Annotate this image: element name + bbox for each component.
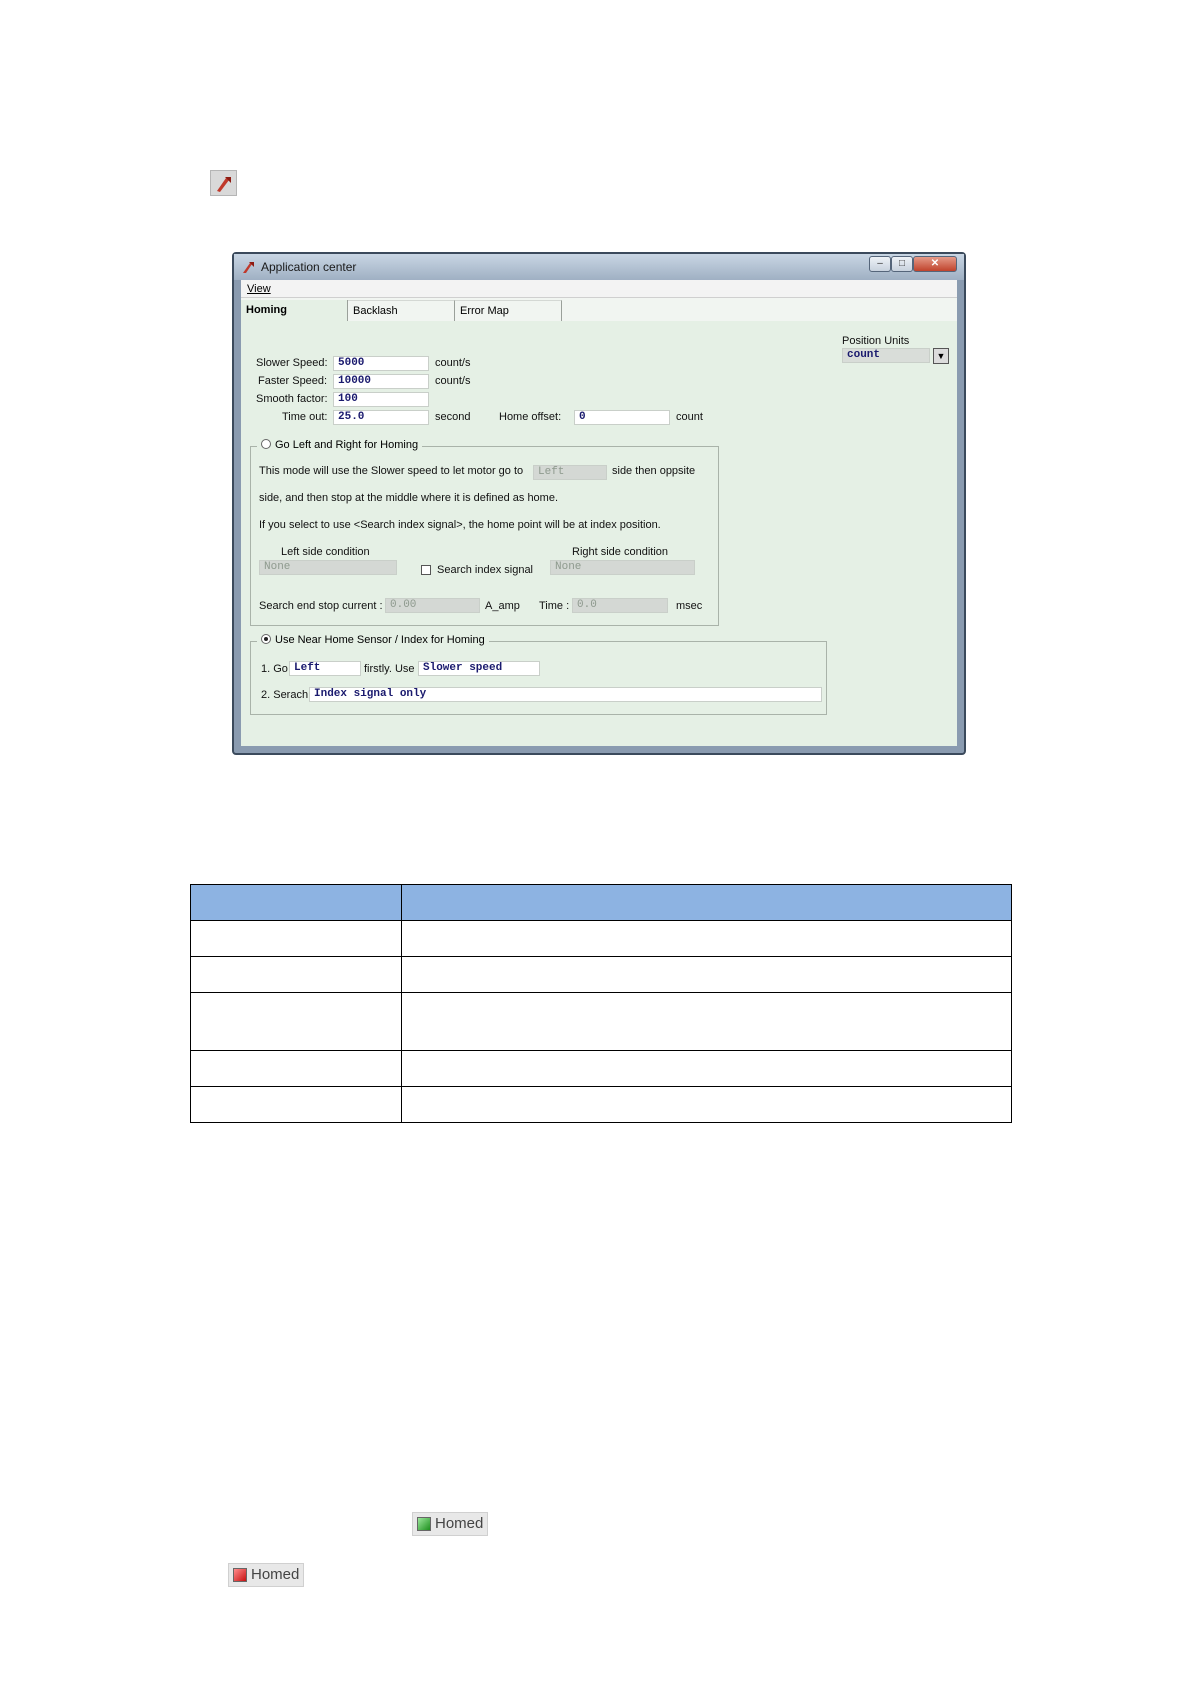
step1-use-label: firstly. Use — [364, 663, 415, 675]
menu-bar: View — [241, 280, 957, 298]
mode1-desc-b: side then oppsite — [612, 465, 696, 477]
table-row — [190, 992, 1012, 1051]
mode1-side-select: Left — [533, 465, 607, 480]
parameter-table — [190, 884, 1012, 1123]
faster-speed-input[interactable]: 10000 — [333, 374, 429, 389]
table-cell — [190, 1050, 402, 1087]
speed-select[interactable]: Slower speed — [418, 661, 540, 676]
end-stop-current-input: 0.00 — [385, 598, 480, 613]
faster-speed-label: Faster Speed: — [258, 375, 328, 387]
mode2-title: Use Near Home Sensor / Index for Homing — [275, 634, 485, 646]
table-row — [190, 956, 1012, 993]
table-header-row — [190, 884, 1012, 921]
application-center-window: Application center – □ ✕ View Homing Bac… — [232, 252, 966, 755]
menu-view[interactable]: View — [247, 283, 271, 295]
table-row — [190, 1086, 1012, 1123]
chevron-down-icon[interactable]: ▼ — [933, 348, 949, 364]
mode2-radio[interactable]: Use Near Home Sensor / Index for Homing — [257, 634, 489, 646]
slower-speed-label: Slower Speed: — [256, 357, 328, 369]
search-index-checkbox[interactable] — [421, 565, 431, 575]
red-led-icon — [233, 1568, 247, 1582]
left-side-select: None — [259, 560, 397, 575]
slower-speed-input[interactable]: 5000 — [333, 356, 429, 371]
time-out-input[interactable]: 25.0 — [333, 410, 429, 425]
homed-status-red: Homed — [228, 1563, 305, 1587]
table-header-cell — [401, 884, 1012, 921]
homed-label: Homed — [251, 1566, 300, 1583]
end-stop-current-unit: A_amp — [485, 600, 520, 612]
mode2-group: Use Near Home Sensor / Index for Homing … — [250, 634, 827, 715]
right-side-label: Right side condition — [572, 546, 669, 558]
radio-on-icon[interactable] — [261, 634, 271, 644]
table-cell — [190, 992, 402, 1051]
radio-off-icon[interactable] — [261, 439, 271, 449]
table-cell — [401, 992, 1012, 1051]
table-cell — [190, 956, 402, 993]
application-center-icon[interactable] — [210, 170, 237, 196]
window-title: Application center — [261, 260, 357, 274]
maximize-button[interactable]: □ — [891, 256, 913, 272]
tab-backlash[interactable]: Backlash — [348, 300, 455, 321]
table-cell — [190, 920, 402, 957]
homed-status-green: Homed — [412, 1512, 489, 1536]
smooth-factor-label: Smooth factor: — [256, 393, 328, 405]
direction-select[interactable]: Left — [289, 661, 361, 676]
time-out-label: Time out: — [282, 411, 328, 423]
slower-speed-unit: count/s — [435, 357, 471, 369]
minimize-button[interactable]: – — [869, 256, 891, 272]
search-index-label: Search index signal — [437, 564, 534, 576]
tab-error-map[interactable]: Error Map — [455, 300, 562, 321]
window-client-area: View Homing Backlash Error Map Position … — [241, 280, 957, 746]
time-out-unit: second — [435, 411, 471, 423]
table-row — [190, 1050, 1012, 1087]
homed-label: Homed — [435, 1515, 484, 1532]
home-offset-label: Home offset: — [499, 411, 562, 423]
end-stop-time-unit: msec — [676, 600, 703, 612]
mode1-desc-c: side, and then stop at the middle where … — [259, 492, 559, 504]
tab-strip: Homing Backlash Error Map — [241, 298, 957, 321]
table-cell — [401, 956, 1012, 993]
app-logo-icon — [243, 262, 254, 273]
position-units-label: Position Units — [842, 335, 910, 347]
mode1-desc-a: This mode will use the Slower speed to l… — [259, 465, 524, 477]
close-button[interactable]: ✕ — [913, 256, 957, 272]
right-side-select: None — [550, 560, 695, 575]
end-stop-current-label: Search end stop current : — [259, 600, 383, 612]
mode1-group: Go Left and Right for Homing This mode w… — [250, 439, 719, 626]
step2-label: 2. Serach — [261, 689, 309, 701]
table-cell — [401, 1050, 1012, 1087]
mode1-title: Go Left and Right for Homing — [275, 439, 419, 451]
position-units-select[interactable]: count — [842, 348, 930, 363]
home-offset-input[interactable]: 0 — [574, 410, 670, 425]
step1-go-label: 1. Go — [261, 663, 288, 675]
end-stop-time-label: Time : — [539, 600, 570, 612]
table-row — [190, 920, 1012, 957]
mode1-desc-d: If you select to use <Search index signa… — [259, 519, 661, 531]
home-offset-unit: count — [676, 411, 703, 423]
end-stop-time-input: 0.0 — [572, 598, 668, 613]
title-bar[interactable]: Application center – □ ✕ — [234, 254, 964, 280]
left-side-label: Left side condition — [281, 546, 370, 558]
table-header-cell — [190, 884, 402, 921]
mode1-radio[interactable]: Go Left and Right for Homing — [257, 439, 423, 451]
table-cell — [401, 920, 1012, 957]
smooth-factor-input[interactable]: 100 — [333, 392, 429, 407]
table-cell — [401, 1086, 1012, 1123]
table-cell — [190, 1086, 402, 1123]
tab-homing[interactable]: Homing — [241, 300, 348, 321]
search-select[interactable]: Index signal only — [309, 687, 822, 702]
faster-speed-unit: count/s — [435, 375, 471, 387]
green-led-icon — [417, 1517, 431, 1531]
